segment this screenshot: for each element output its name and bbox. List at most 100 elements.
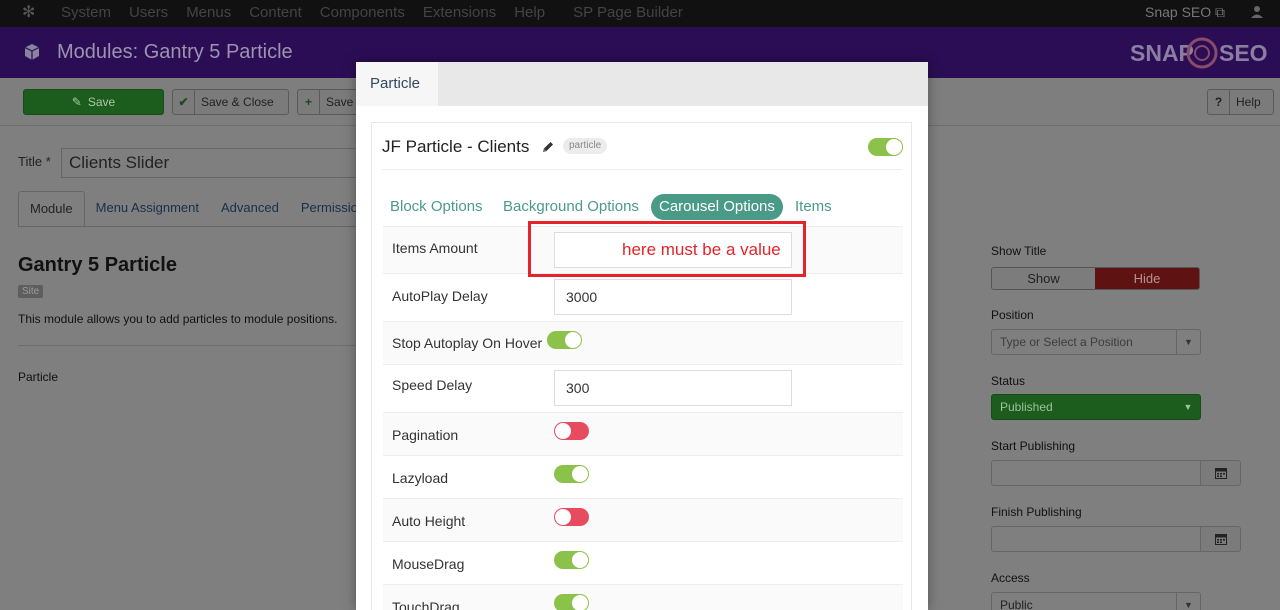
modal-header: Particle	[356, 62, 928, 106]
particle-field-label: Particle	[18, 370, 59, 384]
modal-tab-particle[interactable]: Particle	[356, 62, 438, 106]
ptab-carousel-options[interactable]: Carousel Options	[651, 194, 783, 220]
tab-module[interactable]: Module	[18, 191, 85, 227]
particle-title: JF Particle - Clients	[382, 137, 530, 156]
speed-delay-input[interactable]: 300	[554, 370, 792, 406]
position-label: Position	[991, 308, 1034, 322]
question-icon: ?	[1208, 90, 1230, 114]
mousedrag-label: MouseDrag	[392, 556, 465, 572]
stop-autoplay-label: Stop Autoplay On Hover	[392, 335, 543, 351]
finish-calendar-button[interactable]	[1200, 526, 1241, 552]
save-close-button[interactable]: ✔ Save & Close	[172, 89, 289, 115]
check-icon: ✔	[173, 90, 195, 114]
status-value: Published	[1000, 400, 1053, 414]
save-new-label: Save	[326, 95, 354, 109]
access-select[interactable]: Public ▼	[991, 592, 1201, 610]
calendar-icon	[1214, 468, 1227, 479]
touchdrag-label: TouchDrag	[392, 599, 460, 610]
page-title: Modules: Gantry 5 Particle	[57, 41, 293, 63]
divider	[18, 345, 358, 346]
joomla-logo-icon[interactable]: ✻	[22, 5, 38, 21]
lazyload-label: Lazyload	[392, 470, 449, 486]
menu-help[interactable]: Help	[514, 0, 545, 27]
help-label: Help	[1236, 95, 1261, 109]
module-description: This module allows you to add particles …	[18, 312, 338, 326]
finish-publishing-label: Finish Publishing	[991, 505, 1082, 519]
card-divider	[382, 169, 902, 170]
menu-sp-page-builder[interactable]: SP Page Builder	[573, 0, 683, 27]
row-auto-height: Auto Height	[383, 498, 903, 541]
svg-text:SNAP: SNAP	[1130, 40, 1194, 66]
status-select[interactable]: Published ▼	[991, 394, 1201, 420]
title-input[interactable]: Clients Slider	[61, 148, 361, 178]
show-title-toggle: Show Hide	[991, 267, 1200, 290]
title-label: Title *	[18, 154, 51, 169]
items-amount-label: Items Amount	[392, 240, 478, 256]
tab-advanced[interactable]: Advanced	[210, 191, 290, 227]
module-tabs: Module Menu Assignment Advanced Permissi…	[18, 191, 369, 227]
access-value: Public	[1000, 598, 1033, 610]
particle-card: JF Particle - Clients particle Block Opt…	[371, 122, 912, 610]
menu-users[interactable]: Users	[129, 0, 168, 27]
site-name: Snap SEO	[1145, 4, 1212, 20]
user-icon[interactable]	[1250, 5, 1264, 19]
row-pagination: Pagination	[383, 412, 903, 455]
save-close-label: Save & Close	[201, 95, 274, 109]
row-speed-delay: Speed Delay 300	[383, 364, 903, 412]
speed-delay-label: Speed Delay	[392, 377, 473, 393]
finish-publishing-input[interactable]	[991, 526, 1201, 552]
svg-text:SEO: SEO	[1219, 40, 1268, 66]
autoplay-delay-label: AutoPlay Delay	[392, 288, 488, 304]
plus-icon: +	[298, 90, 320, 114]
ptab-background-options[interactable]: Background Options	[503, 194, 639, 220]
position-placeholder: Type or Select a Position	[1000, 335, 1133, 349]
row-mousedrag: MouseDrag	[383, 541, 903, 584]
menu-components[interactable]: Components	[320, 0, 405, 27]
edit-icon: ✎	[71, 95, 82, 109]
menu-menus[interactable]: Menus	[186, 0, 231, 27]
mousedrag-toggle[interactable]	[554, 551, 589, 569]
row-touchdrag: TouchDrag	[383, 584, 903, 610]
pagination-toggle[interactable]	[554, 422, 589, 440]
hide-option[interactable]: Hide	[1095, 268, 1199, 289]
stop-autoplay-toggle[interactable]	[547, 331, 582, 349]
save-button[interactable]: ✎ Save	[23, 89, 164, 115]
admin-menu: System Users Menus Content Components Ex…	[61, 0, 701, 27]
site-badge: Site	[18, 285, 44, 298]
status-label: Status	[991, 374, 1026, 388]
show-option[interactable]: Show	[992, 268, 1095, 289]
ptab-items[interactable]: Items	[795, 194, 832, 220]
pencil-icon[interactable]	[541, 140, 555, 154]
menu-content[interactable]: Content	[249, 0, 302, 27]
admin-top-navbar: ✻ System Users Menus Content Components …	[0, 0, 1280, 27]
particle-enabled-toggle[interactable]	[868, 138, 903, 156]
tab-menu-assignment[interactable]: Menu Assignment	[85, 191, 210, 227]
lazyload-toggle[interactable]	[554, 465, 589, 483]
cube-icon	[24, 44, 40, 60]
snap-seo-logo-icon: SNAP SEO	[1130, 37, 1268, 69]
touchdrag-toggle[interactable]	[554, 594, 589, 610]
ptab-block-options[interactable]: Block Options	[390, 194, 483, 220]
pagination-label: Pagination	[392, 427, 459, 443]
chevron-down-icon: ▼	[1176, 593, 1200, 610]
calendar-icon	[1214, 534, 1227, 545]
show-title-label: Show Title	[991, 244, 1047, 258]
help-button[interactable]: ? Help	[1207, 89, 1274, 115]
position-select[interactable]: Type or Select a Position ▼	[991, 329, 1201, 355]
auto-height-label: Auto Height	[392, 513, 466, 529]
menu-extensions[interactable]: Extensions	[423, 0, 496, 27]
auto-height-toggle[interactable]	[554, 508, 589, 526]
autoplay-delay-input[interactable]: 3000	[554, 279, 792, 315]
menu-system[interactable]: System	[61, 0, 111, 27]
particle-modal: Particle JF Particle - Clients particle …	[356, 62, 928, 610]
annotation-text: here must be a value	[622, 240, 781, 259]
module-heading: Gantry 5 Particle	[18, 254, 177, 276]
row-stop-autoplay: Stop Autoplay On Hover	[383, 321, 903, 364]
start-publishing-input[interactable]	[991, 460, 1201, 486]
site-link[interactable]: Snap SEO ⧉	[1145, 0, 1225, 25]
access-label: Access	[991, 571, 1030, 585]
chevron-down-icon: ▼	[1176, 330, 1200, 354]
start-calendar-button[interactable]	[1200, 460, 1241, 486]
particle-type-badge: particle	[563, 138, 608, 154]
row-lazyload: Lazyload	[383, 455, 903, 498]
